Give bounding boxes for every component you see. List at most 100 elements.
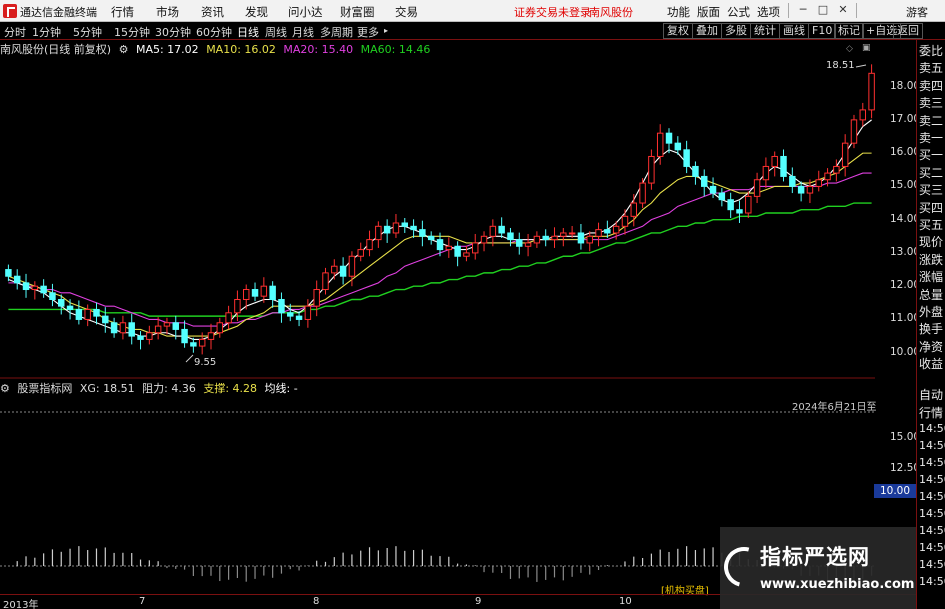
tick-time: 14:50 [919, 541, 945, 554]
period-60min[interactable]: 60分钟 [196, 24, 232, 40]
chevron-right-icon[interactable]: ▸ [384, 26, 388, 35]
candle-body [560, 232, 567, 237]
menu-zixun[interactable]: 资讯 [201, 4, 224, 20]
menu-hangqing[interactable]: 行情 [111, 4, 134, 20]
period-weekly[interactable]: 周线 [265, 24, 287, 40]
settings-icon[interactable]: ⚙ [119, 43, 129, 56]
period-multi[interactable]: 多周期 [320, 24, 353, 40]
quote-field-label: 涨幅 [919, 270, 944, 285]
candle-body [5, 269, 12, 277]
quote-tab[interactable]: 自动 [919, 386, 943, 403]
quote-tab[interactable]: 行情 [919, 404, 943, 421]
menu-shichang[interactable]: 市场 [156, 4, 179, 20]
tool-biaoji[interactable]: 标记 [834, 23, 864, 39]
tool-fuquan[interactable]: 复权 [663, 23, 693, 39]
candle-body [604, 229, 611, 234]
guest-label[interactable]: 游客 [906, 4, 928, 20]
candle-body [137, 335, 144, 340]
candle-body [49, 292, 56, 300]
candle-body [172, 322, 179, 330]
candle-body [859, 109, 867, 121]
period-monthly[interactable]: 月线 [292, 24, 314, 40]
tool-tongji[interactable]: 统计 [750, 23, 780, 39]
period-daily[interactable]: 日线 [237, 24, 259, 40]
candle-body [683, 149, 690, 167]
candle-body [181, 328, 188, 344]
candle-body [630, 202, 638, 217]
diamond-icon[interactable]: ◇ [846, 44, 853, 54]
candle-body [833, 165, 840, 174]
candle-body [648, 155, 655, 184]
candle-body [480, 235, 488, 244]
menu-jiaoyi[interactable]: 交易 [395, 4, 418, 20]
quote-field-label: 换手 [919, 322, 944, 337]
menu-caifuquan[interactable]: 财富圈 [340, 4, 375, 20]
candle-body [22, 282, 30, 291]
candle-body [410, 225, 417, 231]
period-more[interactable]: 更多 [357, 24, 379, 40]
indicator-header: ⚙ 股票指标网 XG: 18.51 阻力: 4.36 支撑: 4.28 均线: … [0, 380, 302, 395]
close-icon[interactable]: ✕ [835, 2, 851, 18]
date-tick: 8 [313, 596, 320, 607]
quote-field-label: 卖二 [919, 113, 944, 128]
menu-banmian[interactable]: 版面 [697, 4, 720, 20]
menu-gongshi[interactable]: 公式 [727, 4, 750, 20]
candle-body [745, 195, 752, 214]
ma5-label: MA5: 17.02 [135, 43, 199, 56]
tool-duogu[interactable]: 多股 [721, 23, 751, 39]
candle-body [260, 285, 268, 297]
candle-body [516, 239, 523, 247]
tool-diejia[interactable]: 叠加 [692, 23, 722, 39]
candle-body [339, 265, 347, 277]
quote-field-label: 涨跌 [919, 252, 944, 267]
candle-body [701, 175, 708, 187]
tick-time: 14:50 [919, 439, 945, 452]
trade-login-warning[interactable]: 证券交易未登录 [514, 4, 591, 20]
candle-body [841, 142, 849, 167]
candle-body [269, 285, 276, 300]
menu-faxian[interactable]: 发现 [245, 4, 268, 20]
candle-body [102, 315, 109, 324]
watermark-url: www.xuezhibiao.com [760, 577, 915, 592]
tool-huaxian[interactable]: 画线 [779, 23, 809, 39]
candle-body [498, 225, 505, 234]
tool-f10[interactable]: F10 [808, 23, 837, 39]
minimize-icon[interactable]: ─ [795, 2, 811, 18]
candle-body [207, 332, 215, 340]
ma5-line [8, 119, 872, 340]
period-30min[interactable]: 30分钟 [155, 24, 191, 40]
period-1min[interactable]: 1分钟 [32, 24, 61, 40]
candle-body [234, 298, 241, 314]
candle-body [146, 332, 153, 340]
menu-xuanxiang[interactable]: 选项 [757, 4, 780, 20]
period-5min[interactable]: 5分钟 [73, 24, 102, 40]
candle-body [780, 155, 787, 177]
tool-back[interactable]: 返回 [893, 23, 923, 39]
candle-body [322, 272, 329, 291]
menu-wenxiaoda[interactable]: 问小达 [288, 4, 323, 20]
quote-field-label: 买四 [919, 200, 944, 215]
candle-body [119, 322, 127, 334]
period-15min[interactable]: 15分钟 [114, 24, 150, 40]
candle-body [692, 165, 699, 177]
candle-body [577, 232, 585, 244]
quote-field-label: 卖三 [919, 96, 944, 111]
kline-chart[interactable] [0, 40, 875, 379]
candle-body [868, 72, 875, 111]
candle-body [84, 308, 91, 320]
window-toggle-icon[interactable]: ▣ [862, 43, 871, 53]
menu-gongneng[interactable]: 功能 [667, 4, 690, 20]
candle-body [445, 245, 453, 251]
indicator-name: 股票指标网 [17, 382, 73, 395]
xg-label: XG: 18.51 [79, 382, 135, 395]
candle-body [771, 155, 778, 167]
settings-icon[interactable]: ⚙ [0, 382, 10, 395]
maximize-icon[interactable]: □ [815, 2, 831, 18]
period-fenshi[interactable]: 分时 [4, 24, 26, 40]
candle-body [242, 289, 250, 300]
candle-body [718, 192, 726, 201]
title-stock-name: 南风股份 [589, 6, 633, 19]
candle-body [533, 235, 541, 244]
candle-body [639, 182, 646, 204]
date-tick: 7 [139, 596, 146, 607]
